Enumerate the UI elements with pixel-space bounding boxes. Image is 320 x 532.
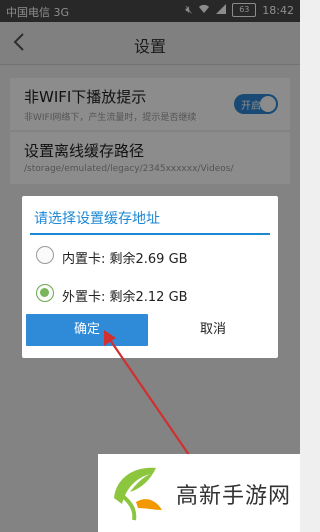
option-label: 内置卡: 剩余2.69 GB xyxy=(62,252,188,267)
option-label: 外置卡: 剩余2.12 GB xyxy=(62,290,188,305)
radio-dot xyxy=(40,288,49,297)
radio-unchecked-icon[interactable] xyxy=(36,246,54,264)
site-watermark: 高新手游网 xyxy=(98,454,300,532)
leaf-logo-icon xyxy=(106,458,172,524)
dialog-title: 请选择设置缓存地址 xyxy=(34,211,160,227)
watermark-text: 高新手游网 xyxy=(176,484,292,509)
confirm-button[interactable]: 确定 xyxy=(26,314,148,346)
cancel-button[interactable]: 取消 xyxy=(152,314,274,346)
radio-checked-icon[interactable] xyxy=(36,284,54,302)
option-internal-storage[interactable]: 内置卡: 剩余2.69 GB xyxy=(32,240,268,272)
cache-location-dialog: 请选择设置缓存地址 内置卡: 剩余2.69 GB 外置卡: 剩余2.12 GB … xyxy=(22,196,278,358)
option-external-storage[interactable]: 外置卡: 剩余2.12 GB xyxy=(32,278,268,310)
dialog-title-divider xyxy=(30,233,270,235)
